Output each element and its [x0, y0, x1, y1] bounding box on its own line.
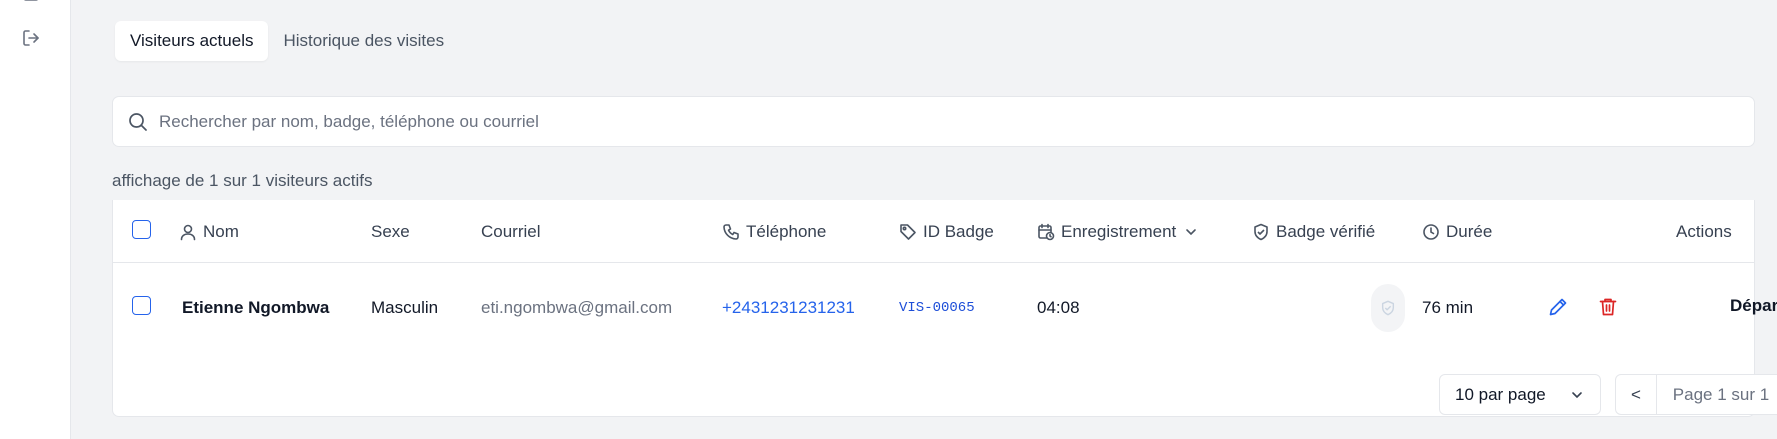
tab-visit-history[interactable]: Historique des visites: [268, 21, 459, 61]
badge-verified-status[interactable]: [1371, 284, 1405, 332]
calendar-clock-icon: [1038, 223, 1055, 241]
chevron-down-icon: [1572, 392, 1582, 399]
tag-icon: [900, 224, 916, 240]
column-header-duration[interactable]: Durée: [1422, 210, 1492, 254]
column-label: Durée: [1446, 222, 1493, 241]
logout-icon[interactable]: [21, 28, 41, 48]
column-header-name[interactable]: Nom: [179, 210, 239, 254]
column-label: Courriel: [481, 222, 541, 241]
search-input[interactable]: [159, 97, 1719, 146]
column-label: Badge vérifié: [1276, 222, 1376, 241]
column-header-actions: Actions: [1676, 210, 1732, 254]
column-header-phone[interactable]: Téléphone: [722, 210, 826, 254]
per-page-select[interactable]: 10 par page: [1439, 374, 1601, 415]
shield-check-icon: [1254, 223, 1268, 241]
column-label: Téléphone: [746, 222, 827, 241]
sidebar: [0, 0, 71, 439]
column-label: Enregistrement: [1061, 222, 1177, 241]
column-header-badge-id[interactable]: ID Badge: [899, 210, 994, 254]
search-bar: [112, 96, 1755, 147]
column-header-badge-verified[interactable]: Badge vérifié: [1252, 210, 1375, 254]
shield-check-icon: [1381, 300, 1395, 316]
prev-page-button[interactable]: <: [1616, 375, 1656, 414]
visitor-email[interactable]: eti.ngombwa@gmail.com: [481, 286, 672, 330]
row-checkbox[interactable]: [132, 296, 151, 315]
trash-icon[interactable]: [1597, 296, 1619, 318]
column-label: Sexe: [371, 222, 410, 241]
column-label: Actions: [1676, 222, 1732, 241]
tab-current-visitors[interactable]: Visiteurs actuels: [115, 21, 269, 61]
select-all-checkbox[interactable]: [132, 220, 151, 239]
visitor-sex: Masculin: [371, 298, 439, 317]
chevron-down-icon: [1186, 229, 1197, 236]
per-page-value: 10 par page: [1455, 384, 1546, 404]
main-content: Visiteurs actuels Historique des visites…: [71, 0, 1777, 439]
visitor-name[interactable]: Etienne Ngombwa: [182, 286, 329, 330]
column-label: Nom: [203, 222, 239, 241]
column-header-checkin[interactable]: Enregistrement: [1037, 210, 1198, 254]
visitor-badge-id: VIS-00065: [899, 300, 975, 316]
clock-icon: [1423, 224, 1439, 240]
visitor-phone[interactable]: +2431231231231: [722, 286, 855, 330]
column-label: ID Badge: [923, 222, 994, 241]
pencil-icon[interactable]: [1547, 296, 1569, 318]
search-icon: [127, 111, 149, 133]
tab-bar: Visiteurs actuels Historique des visites: [115, 21, 459, 61]
visitor-checkin-time: 04:08: [1037, 298, 1080, 317]
user-icon: [180, 224, 196, 241]
column-header-sex[interactable]: Sexe: [371, 210, 410, 254]
depart-button[interactable]: Départ: [1730, 296, 1777, 316]
visitor-duration: 76 min: [1422, 298, 1474, 317]
header-divider: [112, 262, 1755, 263]
pagination: < Page 1 sur 1 >: [1615, 374, 1777, 415]
phone-icon: [723, 224, 739, 240]
visitor-count-summary: affichage de 1 sur 1 visiteurs actifs: [112, 171, 373, 190]
page-indicator: Page 1 sur 1: [1656, 375, 1777, 414]
column-header-email[interactable]: Courriel: [481, 210, 541, 254]
sidebar-top-icon[interactable]: [21, 0, 41, 12]
